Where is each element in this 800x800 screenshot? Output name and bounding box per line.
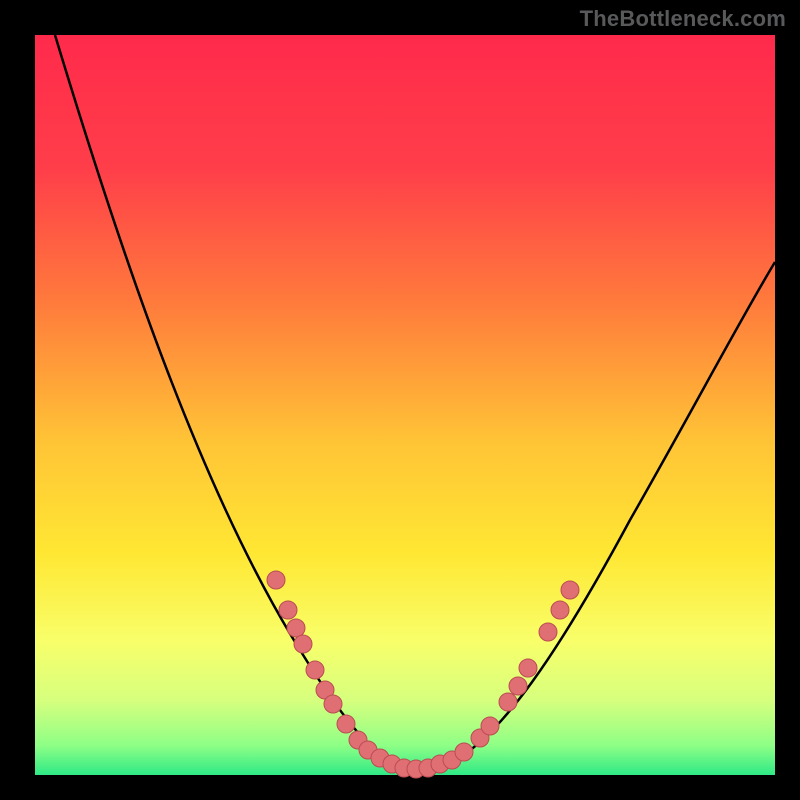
dot <box>306 661 324 679</box>
dot <box>267 571 285 589</box>
dot <box>337 715 355 733</box>
dot <box>551 601 569 619</box>
dot <box>455 743 473 761</box>
chart-frame: TheBottleneck.com <box>0 0 800 800</box>
chart-svg <box>0 0 800 800</box>
dot <box>324 695 342 713</box>
dot <box>519 659 537 677</box>
dot <box>481 717 499 735</box>
dot <box>287 619 305 637</box>
dot <box>279 601 297 619</box>
plot-background <box>35 35 775 775</box>
watermark-text: TheBottleneck.com <box>580 6 786 32</box>
dot <box>509 677 527 695</box>
dot <box>294 635 312 653</box>
dot <box>539 623 557 641</box>
dot <box>499 693 517 711</box>
dot <box>561 581 579 599</box>
